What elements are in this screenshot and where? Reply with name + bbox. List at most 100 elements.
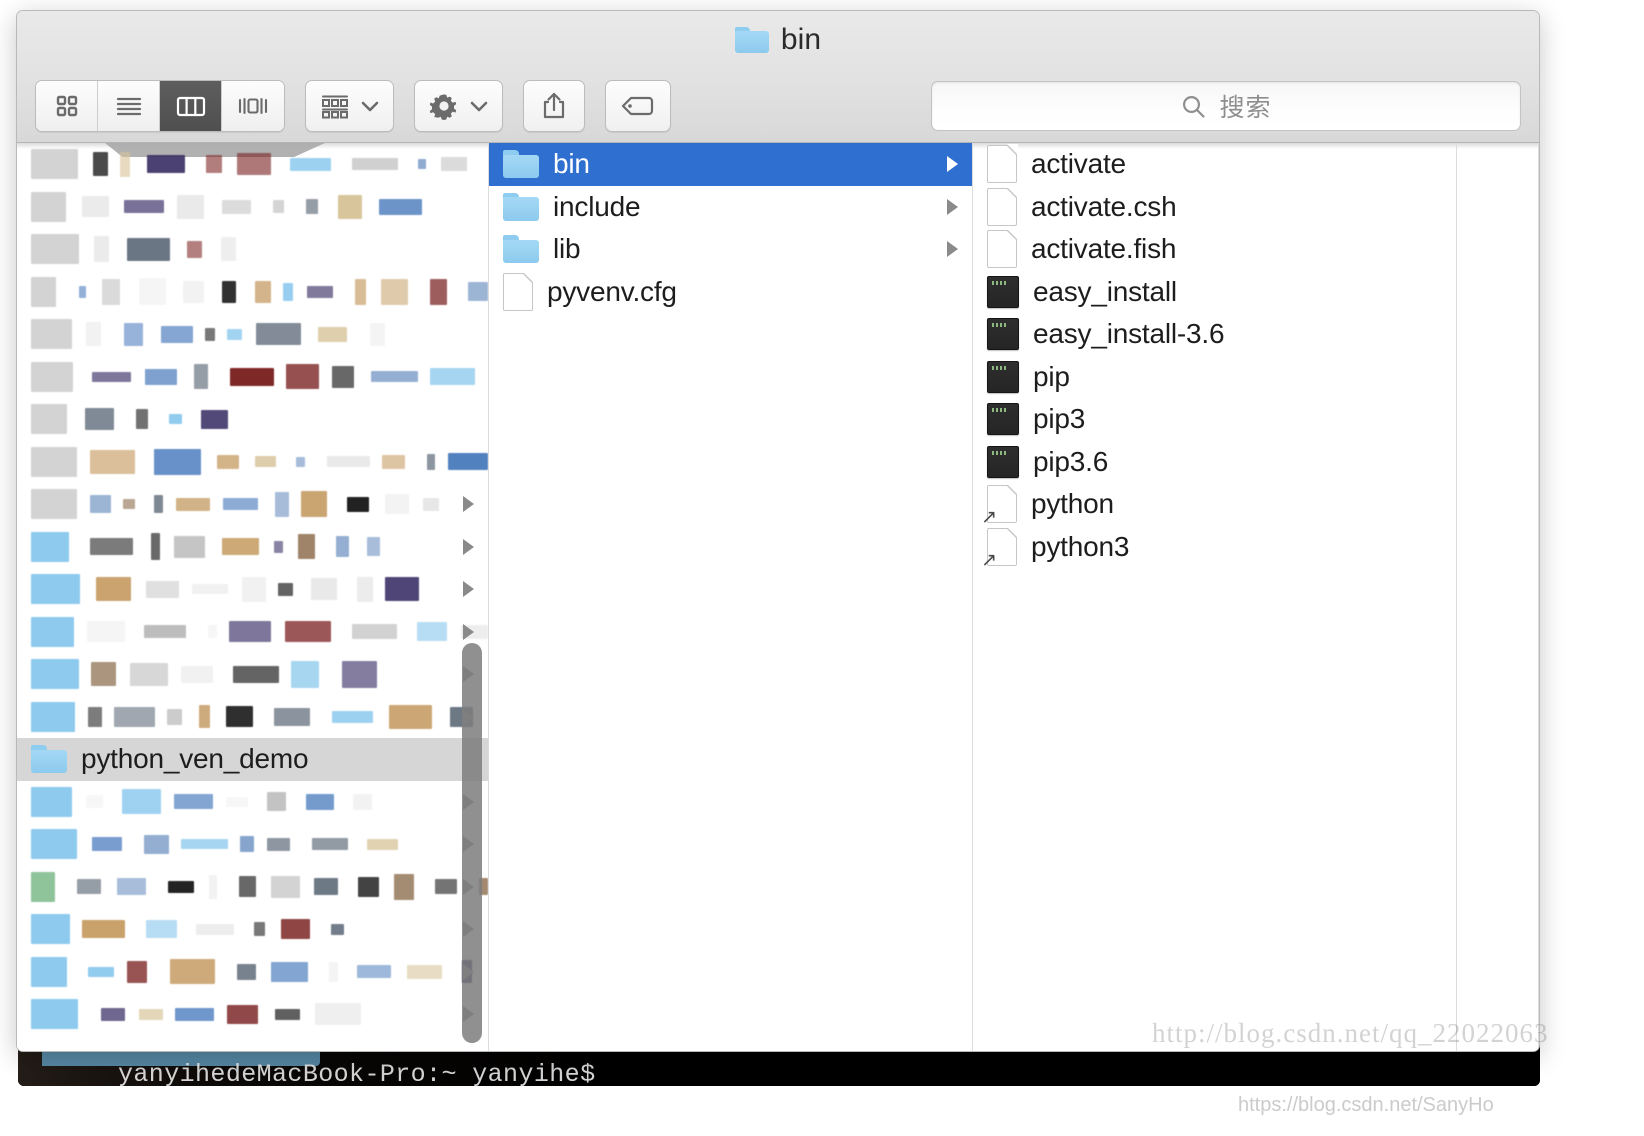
- bin-contents-row-list[interactable]: activate activate.csh activate.fish easy_in…: [973, 143, 1456, 570]
- censored-icon: [31, 914, 70, 945]
- sidebar-item-censored[interactable]: [17, 143, 488, 186]
- parent-folder-row-list[interactable]: bin include lib pyvenv.cfg: [489, 143, 972, 313]
- document-icon: [987, 144, 1018, 184]
- disclosure-triangle-icon[interactable]: [947, 198, 958, 215]
- censored-text-block: [227, 1004, 258, 1024]
- sidebar-item-censored[interactable]: [17, 271, 488, 314]
- sidebar-item-censored[interactable]: [17, 526, 488, 569]
- list-item[interactable]: pip3.6: [973, 441, 1456, 484]
- censored-text-block: [382, 454, 405, 469]
- censored-text-block: [101, 1007, 125, 1021]
- censored-text-block: [290, 157, 331, 171]
- censored-text-block: [181, 839, 228, 850]
- parent-folder-column[interactable]: bin include lib pyvenv.cfg: [489, 143, 973, 1051]
- censored-text-block: [174, 794, 213, 810]
- sidebar-item-censored[interactable]: [17, 993, 488, 1036]
- sidebar-item-censored[interactable]: [17, 356, 488, 399]
- censored-text-block: [307, 285, 333, 298]
- sidebar-item-censored[interactable]: [17, 823, 488, 866]
- censored-text-block: [127, 237, 170, 261]
- group-by-button[interactable]: [305, 80, 394, 132]
- search-input[interactable]: 搜索: [931, 81, 1521, 131]
- censored-text-block: [170, 959, 215, 985]
- censored-text-block: [306, 793, 334, 810]
- censored-text-block: [216, 454, 240, 469]
- column-top-shadow: [1457, 143, 1538, 149]
- censored-text-block: [407, 964, 442, 979]
- list-item[interactable]: pip3: [973, 398, 1456, 441]
- sidebar-item-censored[interactable]: [17, 228, 488, 271]
- toolbar[interactable]: 搜索: [17, 69, 1539, 143]
- sidebar-item-censored[interactable]: [17, 186, 488, 229]
- censored-text-block: [139, 278, 167, 306]
- list-item[interactable]: easy_install: [973, 271, 1456, 314]
- icon-view-button[interactable]: [36, 81, 98, 131]
- disclosure-triangle-icon[interactable]: [463, 538, 474, 555]
- sidebar-item-censored[interactable]: [17, 441, 488, 484]
- window-titlebar[interactable]: bin: [17, 11, 1539, 69]
- list-item-label: python3: [1031, 530, 1130, 562]
- sidebar-item-python-ven-demo[interactable]: python_ven_demo: [17, 738, 488, 781]
- sidebar-item-censored[interactable]: [17, 313, 488, 356]
- censored-text-block: [237, 153, 271, 176]
- action-menu-button[interactable]: [414, 80, 503, 132]
- censored-text-block: [136, 409, 148, 430]
- sidebar-item-censored[interactable]: [17, 866, 488, 909]
- sidebar-scrollbar[interactable]: [462, 643, 482, 1043]
- sidebar-item-censored[interactable]: [17, 781, 488, 824]
- column-view-button[interactable]: [160, 81, 222, 131]
- empty-preview-column[interactable]: [1457, 143, 1539, 1051]
- list-item-label: activate: [1031, 148, 1126, 180]
- censored-text-block: [146, 580, 179, 598]
- share-button[interactable]: [523, 80, 585, 132]
- sidebar-item-censored[interactable]: [17, 951, 488, 994]
- disclosure-triangle-icon[interactable]: [947, 241, 958, 258]
- list-item[interactable]: easy_install-3.6: [973, 313, 1456, 356]
- censored-text-block: [187, 240, 202, 258]
- list-item[interactable]: ↗ python3: [973, 526, 1456, 570]
- sidebar-item-censored[interactable]: [17, 653, 488, 696]
- list-view-button[interactable]: [98, 81, 160, 131]
- censored-text-block: [176, 497, 210, 511]
- sidebar-column[interactable]: python_ven_demo: [17, 143, 489, 1051]
- gallery-view-button[interactable]: [222, 81, 284, 131]
- disclosure-triangle-icon[interactable]: [463, 496, 474, 513]
- censored-icon: [31, 829, 77, 860]
- censored-text-block: [311, 578, 337, 601]
- list-item[interactable]: pip: [973, 356, 1456, 399]
- disclosure-triangle-icon[interactable]: [463, 623, 474, 640]
- censored-text-block: [145, 368, 177, 385]
- disclosure-triangle-icon[interactable]: [947, 156, 958, 173]
- view-mode-segmented-control[interactable]: [35, 80, 285, 132]
- censored-text-block: [347, 496, 369, 512]
- list-item[interactable]: bin: [489, 143, 972, 186]
- sidebar-item-censored[interactable]: [17, 908, 488, 951]
- column-browser[interactable]: python_ven_demo bin include lib pyvenv.cfg …: [17, 143, 1539, 1051]
- list-item-label: pip: [1033, 360, 1070, 392]
- disclosure-triangle-icon[interactable]: [463, 581, 474, 598]
- list-item[interactable]: activate.fish: [973, 228, 1456, 271]
- censored-text-block: [275, 1008, 300, 1020]
- list-item[interactable]: activate.csh: [973, 186, 1456, 229]
- censored-text-block: [367, 838, 398, 850]
- list-item[interactable]: lib: [489, 228, 972, 271]
- sidebar-item-censored[interactable]: [17, 568, 488, 611]
- list-item[interactable]: pyvenv.cfg: [489, 271, 972, 314]
- list-item[interactable]: activate: [973, 143, 1456, 186]
- censored-text-block: [371, 371, 418, 383]
- sidebar-item-censored[interactable]: [17, 398, 488, 441]
- sidebar-item-censored[interactable]: [17, 611, 488, 654]
- sidebar-row-list[interactable]: python_ven_demo: [17, 143, 488, 1036]
- sidebar-item-censored[interactable]: [17, 696, 488, 739]
- tags-button[interactable]: [605, 80, 671, 132]
- list-item[interactable]: ↗ python: [973, 483, 1456, 527]
- bin-contents-column[interactable]: activate activate.csh activate.fish easy_in…: [973, 143, 1457, 1051]
- censored-text-block: [101, 278, 121, 305]
- list-item-label: activate.fish: [1031, 233, 1177, 265]
- finder-window[interactable]: bin 搜索 python_ven_demo bin include lib p…: [16, 10, 1540, 1052]
- list-item[interactable]: include: [489, 186, 972, 229]
- censored-text-block: [88, 706, 102, 727]
- censored-text-block: [82, 920, 125, 939]
- censored-text-block: [237, 963, 256, 980]
- sidebar-item-censored[interactable]: [17, 483, 488, 526]
